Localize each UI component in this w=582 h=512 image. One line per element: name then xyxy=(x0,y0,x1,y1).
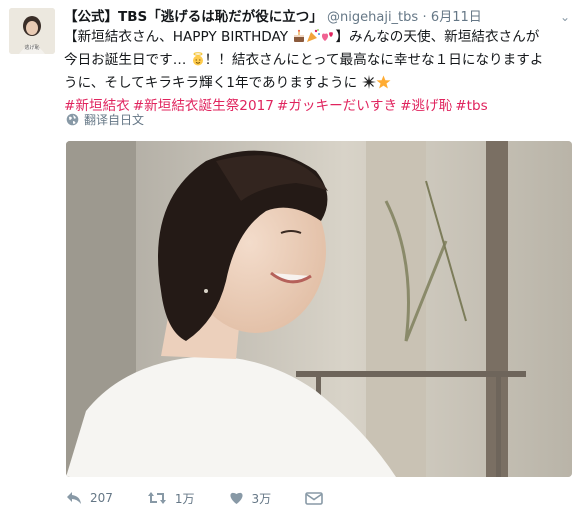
globe-icon xyxy=(66,113,79,126)
hashtag-link[interactable]: #逃げ恥 xyxy=(400,98,452,114)
reply-count: 207 xyxy=(90,491,113,505)
chevron-down-icon[interactable]: ⌄ xyxy=(560,7,570,27)
retweet-count: 1万 xyxy=(174,491,195,506)
retweet-button[interactable]: 1万 xyxy=(147,490,195,507)
sparkle-emoji-icon xyxy=(361,75,376,96)
user-handle[interactable]: @nigehaji_tbs xyxy=(327,10,418,25)
star-emoji-icon xyxy=(376,75,391,96)
meta-separator: · xyxy=(422,10,427,25)
heart-icon xyxy=(229,492,243,504)
tweet-text-line2: 今日お誕生日です… xyxy=(64,52,187,68)
hashtag-link[interactable]: #tbs xyxy=(455,98,487,114)
translate-label: 翻译自日文 xyxy=(84,113,145,127)
tweet-text-line2b: ！！結衣さんにとって最高なに幸せな１日になりますよ xyxy=(204,52,544,68)
display-name[interactable]: 【公式】TBS「逃げるは恥だが役に立つ」 xyxy=(64,9,323,25)
reply-icon xyxy=(67,492,81,504)
tweet-text-line3: うに、そしてキラキラ輝く1年でありますように xyxy=(64,75,358,91)
avatar[interactable]: 逃げ恥 xyxy=(9,8,55,54)
retweet-icon xyxy=(147,492,166,504)
tweet-date[interactable]: 6月11日 xyxy=(431,10,482,25)
direct-message-button[interactable] xyxy=(305,491,323,505)
tweet-text-line1b: 】みんなの天使、新垣結衣さんが xyxy=(335,29,540,45)
hashtag-link[interactable]: #新垣結衣誕生祭2017 xyxy=(133,98,274,114)
tweet-text: 【新垣結衣さん、HAPPY BIRTHDAY 】みんなの天使、新垣結衣さんが 今… xyxy=(64,27,576,117)
reply-button[interactable]: 207 xyxy=(66,491,113,505)
party-popper-emoji-icon xyxy=(306,29,321,50)
translate-link[interactable]: 翻译自日文 xyxy=(66,111,144,128)
hashtag-link[interactable]: #ガッキーだいすき xyxy=(277,98,397,114)
photo-image xyxy=(66,141,572,477)
like-button[interactable]: 3万 xyxy=(229,490,272,507)
hearts-emoji-icon xyxy=(321,29,335,50)
tweet-text-line1: 【新垣結衣さん、HAPPY BIRTHDAY xyxy=(64,29,289,45)
cake-emoji-icon xyxy=(292,29,306,50)
angel-emoji-icon xyxy=(191,52,205,73)
tweet-actions: 207 1万 3万 xyxy=(66,488,572,508)
avatar-caption: 逃げ恥 xyxy=(24,45,40,51)
dm-icon xyxy=(305,491,323,505)
like-count: 3万 xyxy=(251,491,272,506)
tweet-photo[interactable] xyxy=(66,141,572,477)
tweet-header: 【公式】TBS「逃げるは恥だが役に立つ」 @nigehaji_tbs · 6月1… xyxy=(64,7,572,27)
